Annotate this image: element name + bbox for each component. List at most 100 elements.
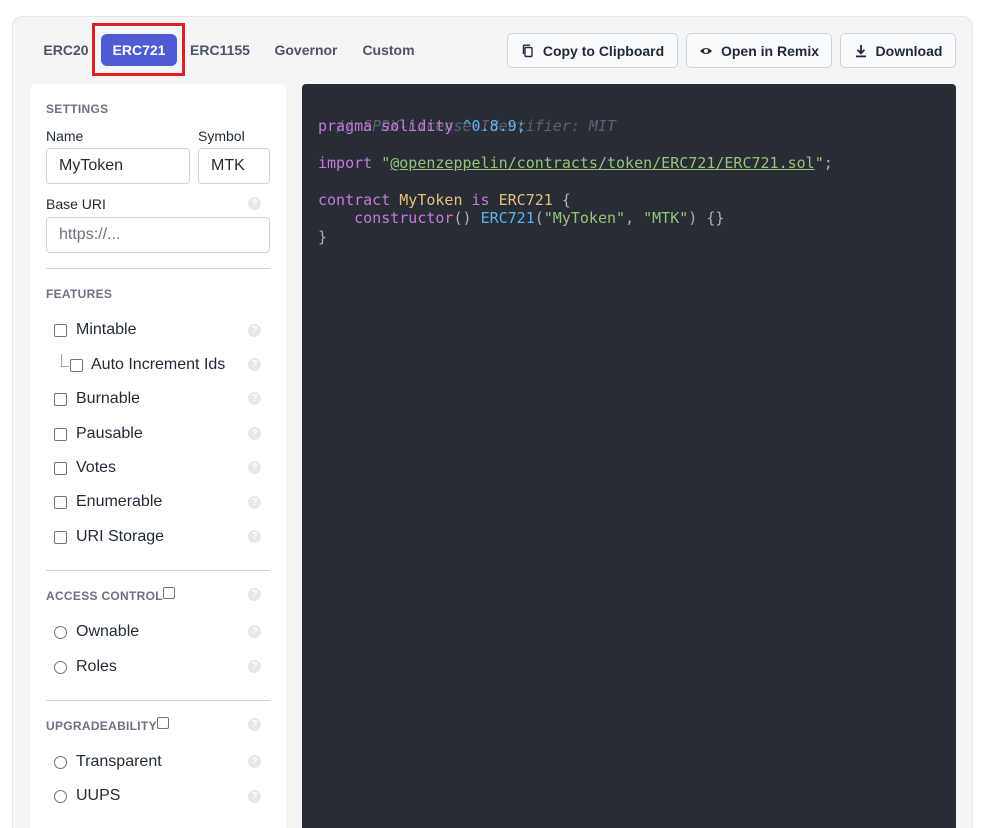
enumerable-checkbox[interactable] [54, 495, 67, 509]
votes-help-icon[interactable]: ? [248, 461, 261, 474]
code-is-kw: is [471, 191, 490, 209]
burnable-help-icon[interactable]: ? [248, 392, 261, 405]
open-in-remix-button[interactable]: Open in Remix [686, 33, 832, 68]
settings-title: SETTINGS [46, 102, 109, 116]
access-control-title: ACCESS CONTROL [46, 589, 163, 603]
access-ownable[interactable]: Ownable [54, 623, 139, 641]
votes-label: Votes [76, 459, 117, 476]
code-close-brace: } [318, 228, 328, 246]
code-pragma: pragma solidity [318, 117, 454, 135]
code-line-4: import "@openzeppelin/contracts/token/ER… [318, 154, 833, 172]
uups-help-icon[interactable]: ? [248, 790, 261, 803]
code-version: ^0.8.9 [462, 117, 517, 135]
copy-to-clipboard-button[interactable]: Copy to Clipboard [507, 33, 678, 68]
divider [46, 700, 270, 701]
code-import: import [318, 154, 373, 172]
divider [46, 570, 270, 571]
pausable-help-icon[interactable]: ? [248, 427, 261, 440]
code-semicolon: ; [823, 154, 833, 172]
features-title: FEATURES [46, 287, 113, 301]
code-contract-name: MyToken [399, 191, 463, 209]
upgradeability-checkbox[interactable] [157, 717, 169, 729]
uups-label: UUPS [76, 787, 121, 804]
uri-storage-label: URI Storage [76, 528, 165, 545]
code-line-2: pragma solidity ^0.8.9; [318, 117, 526, 135]
auto-increment-help-icon[interactable]: ? [248, 358, 261, 371]
burnable-label: Burnable [76, 390, 141, 407]
upgrade-transparent[interactable]: Transparent [54, 753, 162, 771]
auto-increment-checkbox[interactable] [70, 358, 83, 372]
divider [46, 268, 270, 269]
tab-custom[interactable]: Custom [360, 34, 417, 66]
code-parens: () [453, 209, 472, 227]
ownable-help-icon[interactable]: ? [248, 625, 261, 638]
burnable-checkbox[interactable] [54, 392, 67, 406]
feature-votes[interactable]: Votes [54, 459, 116, 477]
feature-burnable[interactable]: Burnable [54, 390, 140, 408]
code-import-path[interactable]: @openzeppelin/contracts/token/ERC721/ERC… [390, 154, 814, 172]
transparent-label: Transparent [76, 753, 162, 770]
upgradeability-help-icon[interactable]: ? [248, 718, 261, 731]
uri-storage-checkbox[interactable] [54, 530, 67, 544]
tree-connector [61, 354, 69, 367]
tab-governor[interactable]: Governor [272, 34, 340, 66]
pausable-checkbox[interactable] [54, 427, 67, 441]
transparent-radio[interactable] [54, 755, 67, 769]
feature-mintable[interactable]: Mintable [54, 321, 136, 339]
mintable-checkbox[interactable] [54, 323, 67, 337]
ownable-radio[interactable] [54, 625, 67, 639]
name-input[interactable]: MyToken [46, 148, 190, 184]
code-ctor-call: ERC721 [480, 209, 535, 227]
code-constructor: constructor [354, 209, 454, 227]
copy-icon [522, 44, 533, 57]
symbol-input[interactable]: MTK [198, 148, 270, 184]
upgrade-uups[interactable]: UUPS [54, 787, 120, 805]
name-label: Name [46, 128, 84, 144]
pausable-label: Pausable [76, 425, 143, 442]
code-line-6: contract MyToken is ERC721 { [318, 191, 571, 209]
code-line-8: } [318, 228, 327, 246]
votes-checkbox[interactable] [54, 461, 67, 475]
mintable-label: Mintable [76, 321, 137, 338]
feature-pausable[interactable]: Pausable [54, 425, 143, 443]
uups-radio[interactable] [54, 789, 67, 803]
code-comma: , [625, 209, 644, 227]
code-arg-name: "MyToken" [543, 209, 626, 227]
base-uri-input[interactable]: https://... [46, 217, 270, 253]
access-control-help-icon[interactable]: ? [248, 588, 261, 601]
download-button[interactable]: Download [840, 33, 956, 68]
feature-auto-increment-ids[interactable]: Auto Increment Ids [70, 356, 225, 374]
access-roles[interactable]: Roles [54, 658, 117, 676]
remix-icon [699, 47, 712, 54]
code-arg-symbol: "MTK" [643, 209, 689, 227]
enumerable-help-icon[interactable]: ? [248, 496, 261, 509]
code-contract-kw: contract [318, 191, 391, 209]
transparent-help-icon[interactable]: ? [248, 755, 261, 768]
mintable-help-icon[interactable]: ? [248, 324, 261, 337]
code-open-paren: ( [534, 209, 544, 227]
base-uri-help-icon[interactable]: ? [248, 197, 261, 210]
roles-help-icon[interactable]: ? [248, 660, 261, 673]
copy-label: Copy to Clipboard [542, 42, 665, 59]
remix-label: Open in Remix [720, 42, 820, 59]
code-open-brace: { [552, 191, 571, 209]
feature-uri-storage[interactable]: URI Storage [54, 528, 164, 546]
upgradeability-title: UPGRADEABILITY [46, 719, 157, 733]
tab-erc20[interactable]: ERC20 [40, 34, 92, 66]
tab-erc1155[interactable]: ERC1155 [188, 34, 252, 66]
code-close-tail: ) {} [688, 209, 725, 227]
code-semicolon: ; [516, 117, 526, 135]
enumerable-label: Enumerable [76, 493, 163, 510]
download-label: Download [875, 42, 943, 59]
uri-storage-help-icon[interactable]: ? [248, 530, 261, 543]
roles-radio[interactable] [54, 660, 67, 674]
code-quote: " [814, 154, 824, 172]
download-icon [855, 44, 866, 57]
feature-enumerable[interactable]: Enumerable [54, 493, 162, 511]
access-control-checkbox[interactable] [163, 587, 175, 599]
auto-increment-label: Auto Increment Ids [91, 356, 226, 373]
ownable-label: Ownable [76, 623, 140, 640]
base-uri-label: Base URI [46, 196, 106, 212]
symbol-label: Symbol [198, 128, 245, 144]
